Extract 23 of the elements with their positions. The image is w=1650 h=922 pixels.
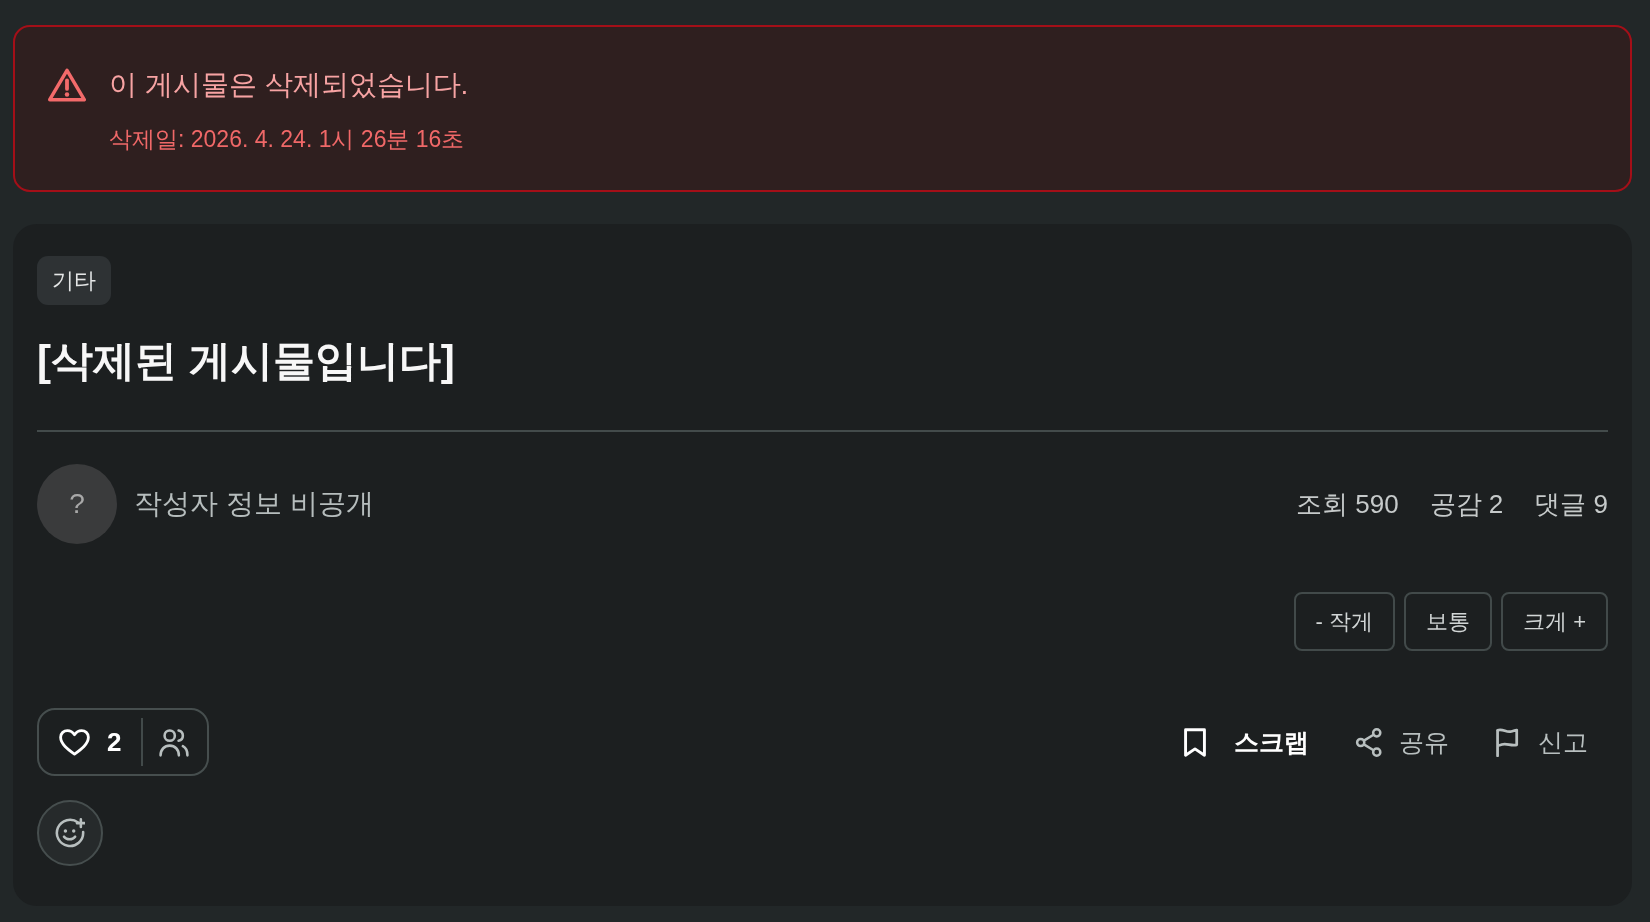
- question-mark: ?: [69, 488, 85, 520]
- report-button[interactable]: 신고: [1475, 717, 1608, 767]
- flag-icon: [1495, 727, 1519, 757]
- font-size-button[interactable]: 보통: [1404, 592, 1493, 651]
- author-name: 작성자 정보 비공개: [134, 487, 374, 521]
- warning-icon: [48, 68, 86, 103]
- post-stat: 공감 2: [1429, 487, 1504, 521]
- post-title: [삭제된 게시물입니다]: [37, 336, 456, 386]
- post-stat: 댓글 9: [1534, 487, 1608, 521]
- post-stat: 조회 590: [1296, 487, 1399, 521]
- share-button[interactable]: 공유: [1335, 717, 1469, 767]
- font-size-button[interactable]: - 작게: [1293, 592, 1396, 651]
- smiley-plus-icon: [55, 818, 85, 848]
- like-button[interactable]: 2: [47, 720, 134, 764]
- share-icon: [1355, 727, 1383, 757]
- deleted-date: 삭제일: 2026. 4. 24. 1시 26분 16초: [109, 125, 466, 154]
- people-icon: [159, 727, 190, 757]
- heart-icon: [59, 728, 90, 756]
- font-size-button[interactable]: 크게 +: [1501, 592, 1608, 651]
- scrap-button[interactable]: 스크랩: [1163, 717, 1329, 767]
- bookmark-icon: [1183, 727, 1207, 757]
- category-tag: 기타: [37, 256, 111, 305]
- notice-title: 이 게시물은 삭제되었습니다.: [109, 68, 469, 102]
